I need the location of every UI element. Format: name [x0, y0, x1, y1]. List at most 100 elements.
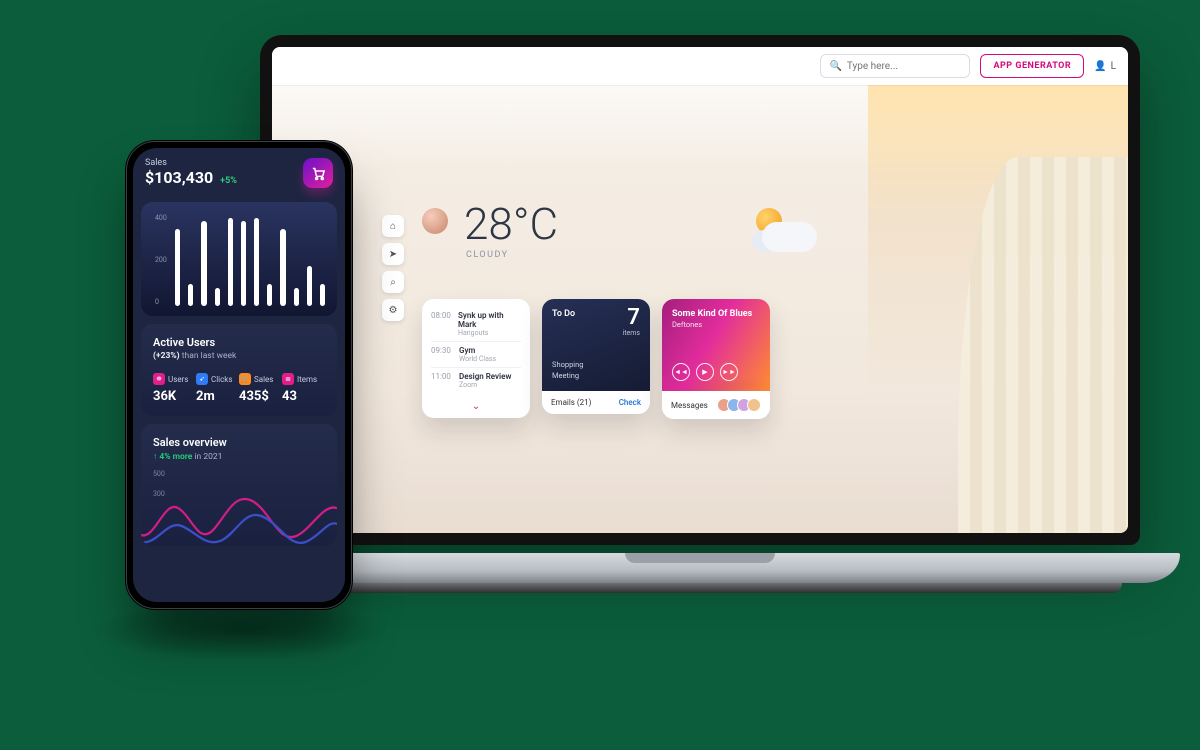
- users-icon: ⛯: [153, 373, 165, 385]
- metric-value: 36K: [153, 389, 196, 404]
- active-users-pct: (+23%): [153, 351, 180, 361]
- y-axis-ticks: 400 200 0: [155, 214, 167, 306]
- metric: ➶Clicks 2m: [196, 373, 239, 404]
- active-users-rest: than last week: [180, 351, 237, 361]
- laptop-screen: 🔍 APP GENERATOR 👤 L ⌂ ➤ ⌕ ⚙ 28°C CLOUDY: [260, 35, 1140, 545]
- event-title: Synk up with Mark: [458, 311, 521, 329]
- music-card: Some Kind Of Blues Deftones ◄◄ ▶ ►► Mess…: [662, 299, 770, 419]
- y-tick: 200: [155, 256, 167, 264]
- phone-frame: Sales $103,430 +5% 400 200 0 Active User…: [125, 140, 353, 610]
- login-label: L: [1111, 61, 1116, 72]
- avatar[interactable]: [422, 208, 448, 234]
- sales-icon: 🛒: [239, 373, 251, 385]
- avatar-stack: [721, 398, 761, 412]
- sales-overview-card: Sales overview ↑ 4% more in 2021 500 300: [141, 424, 337, 546]
- messages-bar[interactable]: Messages: [662, 391, 770, 419]
- prev-icon[interactable]: ◄◄: [672, 363, 690, 381]
- chart-bars: [175, 214, 325, 306]
- list-item: Meeting: [552, 370, 583, 381]
- metric-label: Items: [297, 375, 317, 384]
- metric-value: 2m: [196, 389, 239, 404]
- emails-label: Emails (21): [551, 398, 591, 407]
- event-title: Gym: [459, 346, 496, 355]
- search-icon: 🔍: [829, 61, 841, 72]
- metric-label: Sales: [254, 375, 273, 384]
- metric-label: Clicks: [211, 375, 232, 384]
- cart-button[interactable]: [303, 158, 333, 188]
- temperature-value: 28°C: [464, 202, 962, 246]
- active-users-sub: (+23%) than last week: [153, 351, 325, 361]
- phone-app: Sales $103,430 +5% 400 200 0 Active User…: [133, 148, 345, 602]
- y-tick: 500: [153, 470, 165, 478]
- send-icon[interactable]: ➤: [382, 243, 404, 265]
- search-input[interactable]: [847, 61, 962, 72]
- avatar: [747, 398, 761, 412]
- items-icon: ≣: [282, 373, 294, 385]
- music-body[interactable]: Some Kind Of Blues Deftones ◄◄ ▶ ►►: [662, 299, 770, 391]
- sales-label: Sales: [145, 158, 237, 168]
- y-tick: 0: [155, 298, 167, 306]
- widget-row: 08:00 Synk up with MarkHangouts 09:30 Gy…: [422, 299, 770, 419]
- login-link[interactable]: 👤 L: [1094, 61, 1116, 72]
- todo-card: To Do 7 items Shopping Meeting Emails (2…: [542, 299, 650, 414]
- event-sub: Zoom: [459, 381, 511, 389]
- bar: [267, 284, 272, 306]
- weather-icon: [742, 208, 822, 256]
- sales-header: Sales $103,430 +5%: [133, 148, 345, 194]
- event-sub: World Class: [459, 355, 496, 363]
- emails-bar[interactable]: Emails (21) Check: [542, 391, 650, 414]
- chevron-down-icon[interactable]: ⌄: [422, 397, 530, 418]
- calendar-event[interactable]: 11:00 Design ReviewZoom: [431, 368, 521, 393]
- laptop-base: [220, 553, 1180, 605]
- event-time: 11:00: [431, 372, 453, 389]
- bar: [294, 288, 299, 306]
- overview-sub: ↑ 4% more in 2021: [153, 451, 325, 462]
- bar: [241, 221, 246, 306]
- search-field[interactable]: 🔍: [820, 54, 970, 78]
- bar: [175, 229, 180, 306]
- y-tick: 400: [155, 214, 167, 222]
- music-controls: ◄◄ ▶ ►►: [672, 363, 738, 381]
- metric-label: Users: [168, 375, 188, 384]
- metrics-row: ⛯Users36K➶Clicks2m🛒Sales435$≣Items43: [153, 373, 325, 404]
- weather-condition: CLOUDY: [466, 250, 962, 260]
- event-sub: Hangouts: [458, 329, 521, 337]
- active-users-title: Active Users: [153, 336, 325, 349]
- calendar-card[interactable]: 08:00 Synk up with MarkHangouts 09:30 Gy…: [422, 299, 530, 418]
- calendar-event[interactable]: 08:00 Synk up with MarkHangouts: [431, 307, 521, 342]
- bar: [320, 284, 325, 306]
- metric: 🛒Sales 435$: [239, 373, 282, 404]
- search-icon[interactable]: ⌕: [382, 271, 404, 293]
- desktop-app: 🔍 APP GENERATOR 👤 L ⌂ ➤ ⌕ ⚙ 28°C CLOUDY: [272, 47, 1128, 533]
- quick-sidebar: ⌂ ➤ ⌕ ⚙: [382, 215, 404, 321]
- todo-count: 7: [627, 305, 640, 330]
- todo-count-label: items: [623, 329, 640, 337]
- music-artist: Deftones: [672, 320, 760, 329]
- next-icon[interactable]: ►►: [720, 363, 738, 381]
- calendar-event[interactable]: 09:30 GymWorld Class: [431, 342, 521, 368]
- sales-barchart: 400 200 0: [141, 202, 337, 316]
- app-generator-button[interactable]: APP GENERATOR: [980, 54, 1084, 78]
- event-time: 08:00: [431, 311, 452, 337]
- cloud-icon: [762, 222, 817, 252]
- overview-chart: [141, 490, 337, 546]
- weather-hero: 28°C CLOUDY: [422, 202, 962, 260]
- overview-up: ↑ 4% more: [153, 452, 192, 462]
- messages-label: Messages: [671, 401, 708, 410]
- user-icon: 👤: [1094, 61, 1106, 72]
- emails-action: Check: [619, 398, 641, 407]
- play-icon[interactable]: ▶: [696, 363, 714, 381]
- calendar-body: 08:00 Synk up with MarkHangouts 09:30 Gy…: [422, 299, 530, 397]
- event-time: 09:30: [431, 346, 453, 363]
- active-users-card: Active Users (+23%) than last week ⛯User…: [141, 324, 337, 416]
- todo-body[interactable]: To Do 7 items Shopping Meeting: [542, 299, 650, 391]
- gear-icon[interactable]: ⚙: [382, 299, 404, 321]
- bar: [201, 221, 206, 306]
- sales-value: $103,430: [145, 168, 213, 187]
- home-icon[interactable]: ⌂: [382, 215, 404, 237]
- laptop-frame: 🔍 APP GENERATOR 👤 L ⌂ ➤ ⌕ ⚙ 28°C CLOUDY: [220, 35, 1180, 605]
- metric-value: 435$: [239, 389, 282, 404]
- clicks-icon: ➶: [196, 373, 208, 385]
- bar: [254, 218, 259, 306]
- cart-icon: [311, 166, 326, 181]
